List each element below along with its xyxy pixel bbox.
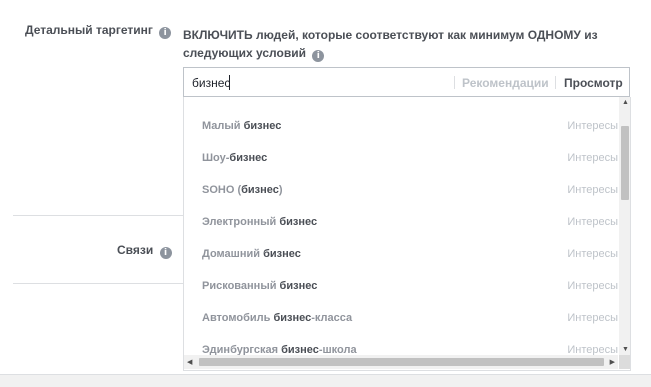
item-name-match: бизнес bbox=[243, 120, 282, 132]
item-name-prefix: Электронный bbox=[202, 216, 280, 228]
info-icon[interactable]: i bbox=[159, 27, 172, 39]
list-item[interactable]: Рискованный бизнес Интересы bbox=[184, 277, 618, 297]
horizontal-scrollbar[interactable]: ◀ ▶ bbox=[184, 355, 618, 369]
scroll-left-icon[interactable]: ◀ bbox=[187, 358, 192, 366]
item-name-match: бизнес bbox=[263, 248, 301, 260]
tab-separator bbox=[454, 76, 455, 89]
info-icon[interactable]: i bbox=[312, 50, 325, 62]
bottom-scrollbar-strip bbox=[0, 374, 651, 387]
item-name: Шоу-бизнес bbox=[202, 152, 267, 164]
item-name-prefix: Рискованный bbox=[202, 280, 280, 292]
list-item[interactable]: Шоу-бизнес Интересы bbox=[184, 149, 618, 169]
text-caret bbox=[229, 75, 230, 90]
item-category: Интересы bbox=[567, 280, 618, 292]
item-name-match: бизнес bbox=[273, 312, 312, 324]
item-category: Интересы bbox=[567, 216, 618, 228]
item-name-prefix: Домашний bbox=[202, 248, 264, 260]
list-item[interactable]: Малый бизнес Интересы bbox=[184, 117, 618, 137]
include-instruction: ВКЛЮЧИТЬ людей, которые соответствуют ка… bbox=[183, 26, 613, 62]
item-name: Малый бизнес bbox=[202, 120, 281, 132]
section-divider bbox=[13, 215, 183, 216]
tab-recommendations[interactable]: Рекомендации bbox=[462, 76, 549, 90]
connections-label: Связи i bbox=[117, 243, 172, 259]
item-name-suffix: ) bbox=[278, 184, 283, 196]
info-icon[interactable]: i bbox=[159, 247, 172, 259]
scroll-right-icon[interactable]: ▶ bbox=[610, 358, 615, 366]
horizontal-scroll-thumb[interactable] bbox=[199, 358, 604, 366]
item-name-match: бизнес bbox=[279, 216, 318, 228]
tab-separator bbox=[555, 76, 556, 89]
item-name-match: бизнес bbox=[279, 280, 318, 292]
item-name-prefix: SOHO ( bbox=[202, 184, 242, 196]
vertical-scrollbar[interactable]: ▲ ▼ bbox=[619, 97, 630, 355]
item-name: Домашний бизнес bbox=[202, 248, 301, 260]
item-name-suffix: -класса bbox=[311, 312, 353, 324]
scrollbar-corner bbox=[619, 355, 630, 369]
list-item[interactable]: Электронный бизнес Интересы bbox=[184, 213, 618, 233]
item-category: Интересы bbox=[567, 152, 618, 164]
suggestions-dropdown: Малый бизнес Интересы Шоу-бизнес Интересы SO… bbox=[183, 97, 631, 371]
list-item[interactable]: Домашний бизнес Интересы bbox=[184, 245, 618, 265]
instruction-text: ВКЛЮЧИТЬ людей, которые соответствуют ка… bbox=[183, 28, 598, 60]
scroll-up-icon[interactable]: ▲ bbox=[622, 99, 629, 106]
item-name-prefix: Малый bbox=[202, 120, 244, 132]
section-divider bbox=[13, 283, 183, 284]
item-category: Интересы bbox=[567, 248, 618, 260]
detailed-targeting-label: Детальный таргетинг i bbox=[25, 23, 172, 39]
item-name: Автомобиль бизнес-класса bbox=[202, 312, 352, 324]
scroll-down-icon[interactable]: ▼ bbox=[622, 346, 629, 353]
targeting-search-box[interactable]: Рекомендации Просмотр bbox=[183, 67, 630, 97]
item-name: Рискованный бизнес bbox=[202, 280, 317, 292]
item-category: Интересы bbox=[567, 312, 618, 324]
detailed-targeting-text: Детальный таргетинг bbox=[25, 23, 153, 37]
connections-text: Связи bbox=[117, 243, 154, 257]
list-item[interactable]: SOHO (бизнес) Интересы bbox=[184, 181, 618, 201]
list-item[interactable]: Автомобиль бизнес-класса Интересы bbox=[184, 309, 618, 329]
item-category: Интересы bbox=[567, 184, 618, 196]
vertical-scroll-thumb[interactable] bbox=[621, 126, 629, 200]
item-name-match: бизнес bbox=[229, 152, 268, 164]
item-name: Электронный бизнес bbox=[202, 216, 317, 228]
item-name-match: бизнес bbox=[241, 184, 279, 196]
item-name-prefix: Автомобиль bbox=[202, 312, 274, 324]
item-category: Интересы bbox=[567, 120, 618, 132]
tab-browse[interactable]: Просмотр bbox=[564, 76, 623, 90]
item-name: SOHO (бизнес) bbox=[202, 184, 283, 196]
item-name-prefix: Шоу- bbox=[202, 152, 230, 164]
